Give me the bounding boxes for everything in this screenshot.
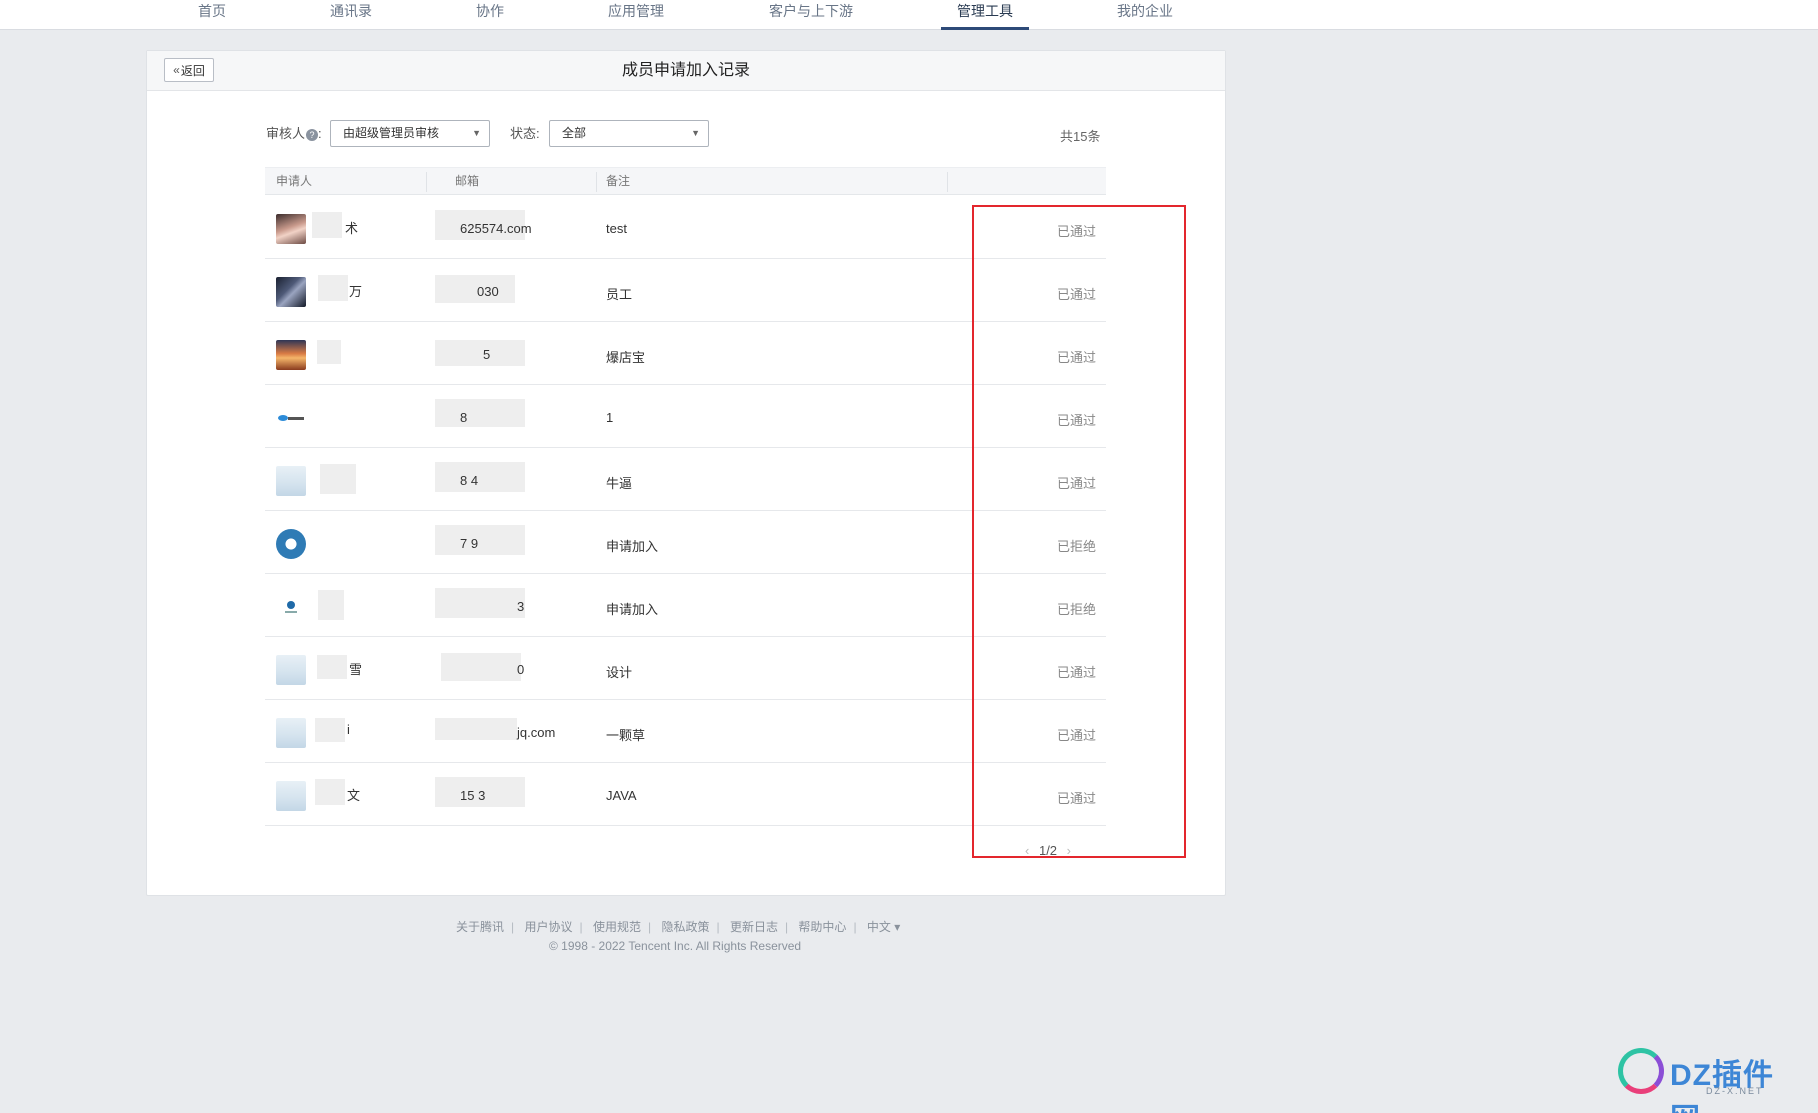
applicant-email: 030 [477,284,499,299]
applicant-name: 雪 [349,662,363,677]
applicant-note: 爆店宝 [606,350,646,365]
header-divider [426,172,427,192]
reviewer-select[interactable]: 由超级管理员审核 ▼ [330,120,490,147]
footer-link-help[interactable]: 帮助中心 [798,920,846,934]
status-filter-label: 状态: [510,126,540,141]
applicant-note: 牛逼 [606,476,633,491]
nav-my-enterprise[interactable]: 我的企业 [1115,0,1175,30]
reviewer-filter-label: 审核人?: [266,126,322,141]
applicant-note: 一颗草 [606,728,646,743]
applicant-email: 3 [517,599,525,614]
redacted-block [317,655,347,679]
redacted-block [441,653,521,681]
nav-contacts[interactable]: 通讯录 [329,0,373,30]
table-header: 申请人 邮箱 备注 [265,167,1106,195]
footer-link-changelog[interactable]: 更新日志 [730,920,778,934]
avatar [276,277,306,307]
applicant-email: 7 9 [460,536,479,551]
applicant-email: 0 [517,662,525,677]
applicant-name: 文 [347,788,361,803]
nav-management-tools[interactable]: 管理工具 [941,0,1029,30]
redacted-block [435,525,525,555]
status-select[interactable]: 全部 ▼ [549,120,709,147]
back-button-label: 返回 [180,63,205,78]
help-icon[interactable]: ? [306,128,319,141]
watermark-logo: DZ插件网 DZ-X.NET [1614,1040,1804,1113]
footer-link-rules[interactable]: 使用规范 [593,920,641,934]
page-title: 成员申请加入记录 [621,62,750,79]
redacted-block [435,275,515,303]
applicant-name: 万 [349,284,363,299]
redacted-block [318,275,348,301]
applicant-name: 术 [345,221,359,236]
applicant-note: 设计 [606,665,633,680]
caret-down-icon: ▼ [472,128,481,138]
applicant-email: 15 3 [460,788,486,803]
footer-link-about[interactable]: 关于腾讯 [456,920,504,934]
reviewer-select-value: 由超级管理员审核 [343,126,440,140]
placeholder-image-icon [276,781,306,811]
copyright: © 1998 - 2022 Tencent Inc. All Rights Re… [549,939,802,953]
applicant-email: 625574.com [460,221,532,236]
tencent-cloud-logo-icon [276,403,306,433]
redacted-block [435,588,525,618]
redacted-block [317,340,341,364]
watermark-text: DZ插件网 [1670,1059,1774,1113]
blue-circle-logo-icon [276,529,306,559]
redacted-block [320,464,356,494]
reviewer-label-text: 审核人 [266,126,306,141]
applicant-email: jq.com [517,725,556,740]
redacted-block [315,718,345,742]
footer-link-privacy[interactable]: 隐私政策 [661,920,709,934]
watermark-circle-icon [1618,1048,1664,1094]
redacted-block [315,779,345,805]
nav-home[interactable]: 首页 [196,0,228,30]
header-email: 邮箱 [455,174,480,188]
redacted-block [435,340,525,366]
applicant-email: 8 [460,410,468,425]
footer-link-agreement[interactable]: 用户协议 [524,920,572,934]
applicant-note: JAVA [606,788,637,803]
redacted-block [312,212,342,238]
language-switch[interactable]: 中文 ▾ [867,920,900,934]
total-count: 共15条 [1060,129,1101,144]
status-select-value: 全部 [562,126,587,140]
watermark-sub: DZ-X.NET [1706,1086,1764,1096]
footer-links: 关于腾讯 | 用户协议 | 使用规范 | 隐私政策 | 更新日志 | 帮助中心 | 中文 ▾ [456,920,901,934]
nav-collaboration[interactable]: 协作 [475,0,505,30]
nav-customers[interactable]: 客户与上下游 [768,0,854,30]
applicant-email: 8 4 [460,473,479,488]
applicant-note: 申请加入 [606,539,659,554]
placeholder-image-icon [276,655,306,685]
avatar [276,340,306,370]
redacted-block [435,718,517,740]
top-nav: 首页 通讯录 协作 应用管理 客户与上下游 管理工具 我的企业 [0,0,1818,30]
placeholder-image-icon [276,466,306,496]
header-divider [947,172,948,192]
header-applicant: 申请人 [276,174,313,188]
applicant-note: 员工 [606,287,633,302]
caret-down-icon: ▼ [691,128,700,138]
applicant-note: test [606,221,627,236]
card-header: 成员申请加入记录 « 返回 [147,51,1225,91]
avatar [276,214,306,244]
redacted-block [318,590,344,620]
highlight-box [972,205,1186,858]
applicant-note: 1 [606,410,614,425]
header-divider [596,172,597,192]
double-chevron-left-icon: « [173,63,180,77]
nav-app-management[interactable]: 应用管理 [607,0,665,30]
redacted-block [435,399,525,427]
back-button[interactable]: « 返回 [164,58,214,82]
applicant-note: 申请加入 [606,602,659,617]
applicant-name: i [347,722,350,737]
applicant-email: 5 [483,347,491,362]
header-note: 备注 [606,174,631,188]
redacted-block [435,462,525,492]
small-logo-icon [276,592,306,622]
placeholder-image-icon [276,718,306,748]
